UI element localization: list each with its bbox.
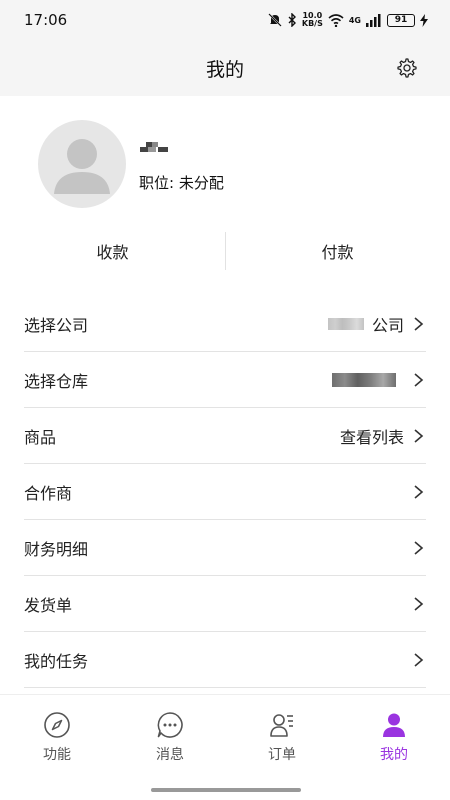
menu-item-label: 商品	[24, 427, 57, 447]
tab-label: 订单	[268, 747, 296, 763]
tab-mine[interactable]: 我的	[338, 711, 450, 767]
wifi-icon	[328, 13, 344, 27]
menu-item-products[interactable]: 商品 查看列表	[24, 408, 426, 464]
menu-item-select-warehouse[interactable]: 选择仓库	[24, 352, 426, 408]
order-list-icon	[270, 714, 293, 737]
make-payment-button[interactable]: 付款	[225, 228, 450, 274]
page-header: 我的	[0, 40, 450, 96]
person-icon	[383, 713, 405, 737]
user-name-redacted	[140, 142, 172, 156]
menu-item-delivery-orders[interactable]: 发货单	[24, 576, 426, 632]
redacted-company-name	[327, 318, 364, 330]
receive-payment-button[interactable]: 收款	[0, 228, 225, 274]
menu-item-value: 公司	[371, 316, 404, 335]
compass-icon	[44, 712, 70, 738]
tab-orders[interactable]: 订单	[226, 711, 338, 767]
network-type: 4G	[348, 15, 361, 25]
charging-icon	[420, 13, 428, 27]
menu-item-label: 财务明细	[24, 539, 89, 559]
profile-section: 职位: 未分配	[0, 96, 450, 224]
menu-item-finance-details[interactable]: 财务明细	[24, 520, 426, 576]
redacted-warehouse-name	[332, 373, 396, 387]
chat-icon	[157, 712, 183, 738]
mute-bell-icon	[268, 13, 282, 27]
tab-label: 功能	[43, 747, 71, 763]
default-user-icon	[54, 139, 110, 194]
settings-button[interactable]	[396, 57, 418, 79]
divider	[225, 232, 226, 270]
avatar[interactable]	[38, 120, 126, 208]
menu-item-label: 我的任务	[24, 651, 89, 671]
menu-item-label: 选择仓库	[24, 371, 89, 391]
chevron-right-icon	[414, 429, 424, 443]
signal-icon	[366, 13, 381, 27]
tab-messages[interactable]: 消息	[114, 711, 226, 767]
menu-item-label: 发货单	[24, 595, 73, 615]
menu-list: 选择公司 公司 选择仓库 商品 查看列表 合作商 财务明细 发货单 我的任务	[24, 296, 426, 688]
tab-label: 消息	[156, 747, 184, 763]
menu-item-label: 选择公司	[24, 315, 89, 335]
menu-item-label: 合作商	[24, 483, 73, 503]
status-icons: 10.0 KB/S 4G 91	[267, 12, 428, 28]
gear-icon	[397, 58, 417, 78]
status-time: 17:06	[24, 11, 68, 29]
menu-item-value: 查看列表	[339, 428, 404, 447]
menu-item-my-tasks[interactable]: 我的任务	[24, 632, 426, 688]
status-bar: 17:06 10.0 KB/S 4G 91	[0, 0, 450, 40]
payment-actions: 收款 付款	[0, 228, 450, 274]
tab-functions[interactable]: 功能	[1, 711, 113, 767]
home-indicator[interactable]	[151, 788, 301, 792]
page-title: 我的	[205, 58, 244, 81]
chevron-right-icon	[414, 653, 424, 667]
menu-item-select-company[interactable]: 选择公司 公司	[24, 296, 426, 352]
tab-label: 我的	[380, 747, 408, 763]
menu-item-partners[interactable]: 合作商	[24, 464, 426, 520]
chevron-right-icon	[414, 597, 424, 611]
chevron-right-icon	[414, 373, 424, 387]
network-speed: 10.0 KB/S	[301, 11, 323, 28]
user-position: 职位: 未分配	[139, 174, 224, 192]
battery-icon: 91	[387, 13, 415, 27]
bottom-tab-bar: 功能 消息 订单 我的	[0, 694, 450, 800]
bluetooth-icon	[288, 13, 296, 27]
chevron-right-icon	[414, 541, 424, 555]
chevron-right-icon	[414, 317, 424, 331]
chevron-right-icon	[414, 485, 424, 499]
